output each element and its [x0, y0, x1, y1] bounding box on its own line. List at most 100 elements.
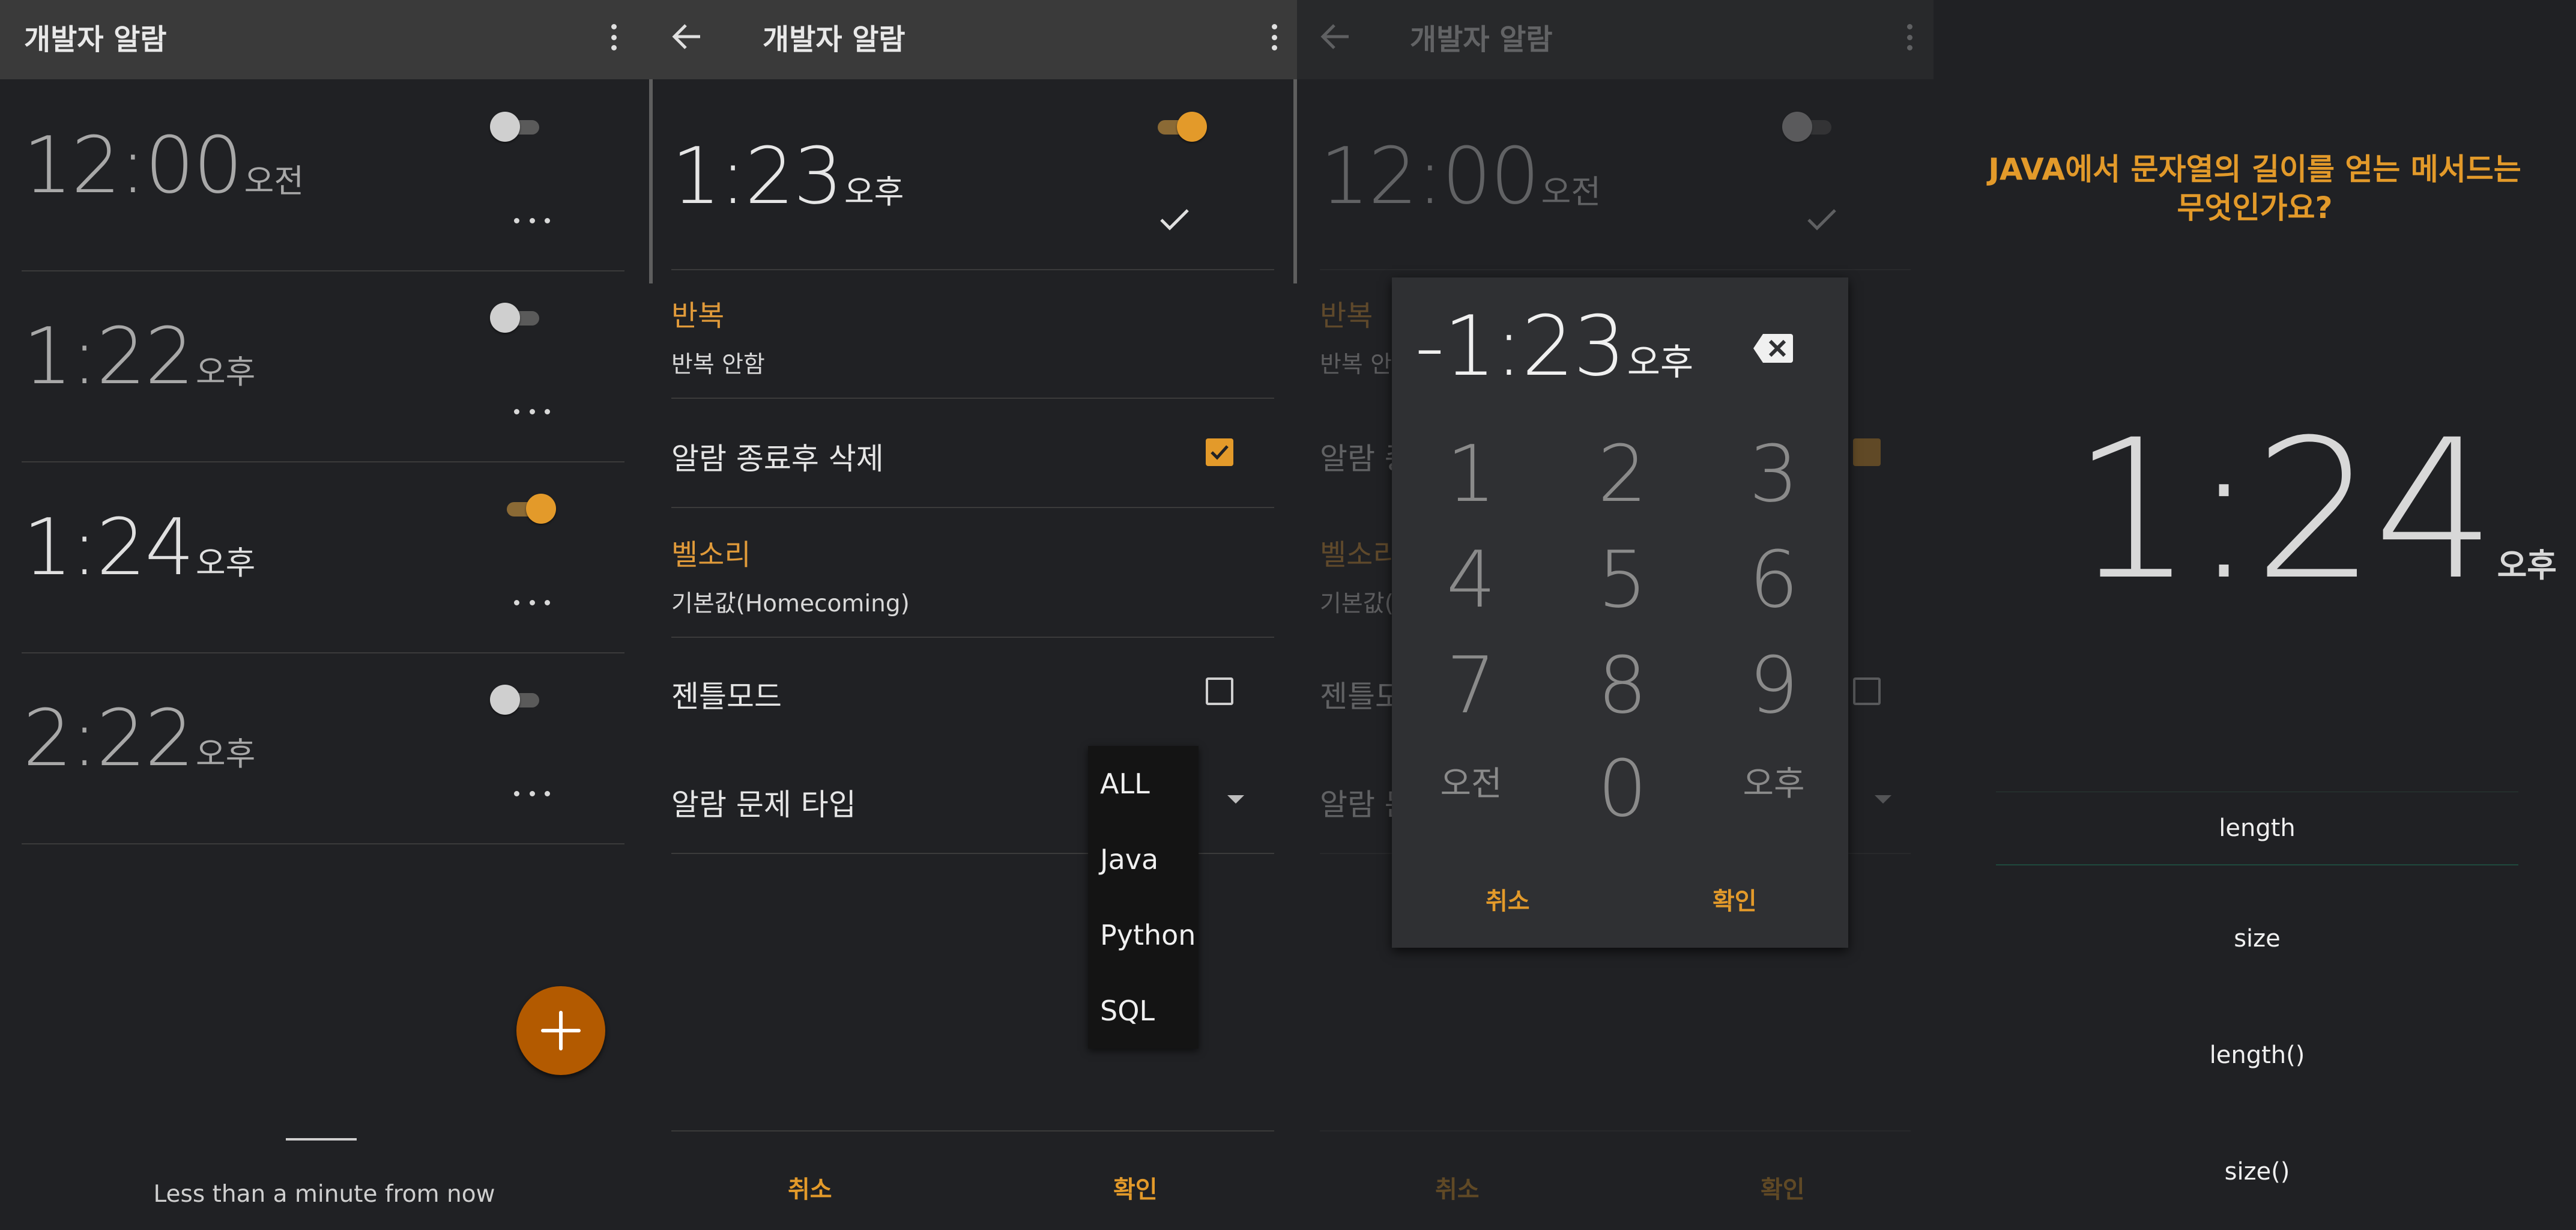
alarm-row[interactable]: 2:22오후	[22, 652, 624, 844]
keypad-key-pm[interactable]: 오후	[1726, 768, 1822, 801]
alarm-time: 12:00오전	[1320, 130, 1601, 222]
more-options-icon	[1897, 18, 1921, 60]
app-title: 개발자 알람	[24, 23, 167, 56]
problem-type-label: 알람 문제 타입	[671, 787, 856, 822]
more-options-icon[interactable]	[602, 18, 626, 60]
dropdown-arrow-icon	[1875, 795, 1891, 804]
repeat-label: 반복	[1320, 299, 1373, 333]
confirm-button[interactable]: 확인	[1113, 1170, 1158, 1205]
dropdown-option[interactable]: SQL	[1100, 995, 1155, 1027]
alarm-row[interactable]: 1:24오후	[22, 461, 624, 653]
quiz-question-line: JAVA에서 문자열의 길이를 얻는 메서드는	[1988, 152, 2521, 187]
picker-ampm: 오후	[1627, 342, 1694, 384]
current-time: 1:24 오후	[2072, 399, 2557, 622]
dropdown-option[interactable]: Java	[1100, 843, 1158, 876]
check-icon[interactable]	[1158, 207, 1191, 233]
picker-confirm-button[interactable]: 확인	[1713, 882, 1757, 916]
keypad-key-7[interactable]: 7	[1423, 646, 1519, 724]
alarm-toggle[interactable]	[490, 107, 544, 145]
check-icon	[1807, 209, 1836, 231]
ringtone-label: 벨소리	[671, 538, 751, 572]
gentle-mode-label: 젠틀모드	[671, 679, 782, 714]
add-alarm-button[interactable]	[516, 986, 605, 1075]
alarm-ampm: 오후	[195, 735, 256, 773]
answer-option[interactable]: size	[1996, 925, 2518, 953]
keypad-key-2[interactable]: 2	[1574, 435, 1670, 513]
app-title: 개발자 알람	[763, 23, 906, 56]
alarm-toggle[interactable]	[490, 680, 544, 718]
gentle-mode-checkbox	[1853, 677, 1881, 705]
divider	[1320, 1130, 1911, 1132]
dropdown-option[interactable]: ALL	[1100, 768, 1150, 800]
alarm-toggle[interactable]	[490, 298, 544, 336]
quiz-screen: JAVA에서 문자열의 길이를 얻는 메서드는 무엇인가요? 1:24 오후 le…	[1934, 0, 2576, 1230]
alarm-time: 1:22오후	[23, 311, 256, 402]
app-bar: 개발자 알람	[649, 0, 1297, 79]
delete-after-checkbox[interactable]	[1206, 438, 1233, 466]
alarm-row[interactable]: 1:22오후	[22, 270, 624, 462]
repeat-value: 반복 안	[1320, 351, 1392, 378]
divider	[671, 637, 1274, 638]
alarm-toggle[interactable]	[502, 489, 556, 527]
keypad-key-4[interactable]: 4	[1423, 541, 1519, 619]
keypad-key-6[interactable]: 6	[1726, 541, 1822, 619]
divider	[671, 1130, 1274, 1132]
alarm-time: 1:24오후	[23, 501, 256, 593]
repeat-value[interactable]: 반복 안함	[671, 346, 765, 380]
app-title: 개발자 알람	[1410, 23, 1553, 56]
ringtone-value[interactable]: 기본값(Homecoming)	[671, 585, 910, 619]
quiz-question: JAVA에서 문자열의 길이를 얻는 메서드는 무엇인가요?	[1934, 150, 2576, 227]
keypad-key-5[interactable]: 5	[1574, 541, 1670, 619]
picker-cancel-button[interactable]: 취소	[1486, 882, 1530, 916]
time-picker-dialog: -1:23오후 1 2 3 4 5 6 7 8 9 오전 0 오후 취소 확인	[1392, 277, 1848, 948]
app-bar: 개발자 알람	[1297, 0, 1934, 79]
keypad-key-9[interactable]: 9	[1726, 646, 1822, 724]
divider	[671, 398, 1274, 399]
divider	[671, 507, 1274, 508]
problem-type-dropdown: ALL Java Python SQL	[1088, 746, 1199, 1049]
divider	[671, 269, 1274, 270]
more-options-icon[interactable]	[1262, 18, 1286, 60]
next-alarm-text: Less than a minute from now	[153, 1181, 495, 1208]
keypad-key-0[interactable]: 0	[1574, 750, 1670, 828]
keypad-key-1[interactable]: 1	[1423, 435, 1519, 513]
alarm-ampm: 오후	[844, 173, 904, 211]
current-ampm: 오후	[2497, 547, 2557, 584]
alarm-edit-screen: 개발자 알람 1:23오후 반복 반복 안함 알람 종료후 삭제 벨소리 기본값…	[649, 0, 1297, 1230]
gentle-mode-checkbox[interactable]	[1206, 677, 1233, 705]
dropdown-option[interactable]: Python	[1100, 919, 1196, 951]
answer-option[interactable]: size()	[1996, 1158, 2518, 1186]
keypad-key-8[interactable]: 8	[1574, 646, 1670, 724]
alarm-list-screen: 개발자 알람 12:00오전 1:22오후 1:24오후 2:22오후 Less…	[0, 0, 649, 1230]
alarm-time[interactable]: 1:23오후	[671, 137, 904, 215]
alarm-more-icon[interactable]	[514, 402, 550, 420]
keypad-key-am[interactable]: 오전	[1423, 768, 1519, 801]
alarm-toggle	[1782, 107, 1836, 145]
delete-after-checkbox	[1853, 438, 1881, 466]
alarm-ampm: 오후	[195, 544, 256, 582]
dropdown-arrow-icon[interactable]	[1227, 795, 1244, 804]
alarm-row[interactable]: 12:00오전	[22, 79, 624, 271]
app-bar: 개발자 알람	[0, 0, 649, 79]
ringtone-label: 벨소리	[1320, 538, 1400, 572]
picker-display: -1:23오후	[1415, 298, 1694, 395]
bottom-sheet-handle[interactable]	[286, 1138, 357, 1141]
alarm-more-icon[interactable]	[514, 593, 550, 611]
keypad-key-3[interactable]: 3	[1726, 435, 1822, 513]
scrollbar[interactable]	[649, 79, 653, 283]
alarm-ampm: 오후	[195, 353, 256, 391]
alarm-more-icon[interactable]	[514, 784, 550, 802]
alarm-more-icon[interactable]	[514, 211, 550, 229]
alarm-time: 12:00오전	[23, 120, 304, 211]
back-arrow-icon[interactable]	[667, 16, 709, 58]
answer-option[interactable]: length()	[1996, 1041, 2518, 1069]
backspace-icon[interactable]	[1752, 332, 1794, 365]
alarm-time: 2:22오후	[23, 692, 256, 784]
confirm-button: 확인	[1761, 1176, 1805, 1204]
answer-option[interactable]: length	[1996, 792, 2518, 865]
checkmark-icon	[1211, 445, 1229, 460]
cancel-button[interactable]: 취소	[788, 1170, 832, 1205]
plus-icon	[541, 1011, 581, 1050]
divider	[1320, 269, 1911, 270]
alarm-toggle[interactable]	[1153, 107, 1207, 145]
